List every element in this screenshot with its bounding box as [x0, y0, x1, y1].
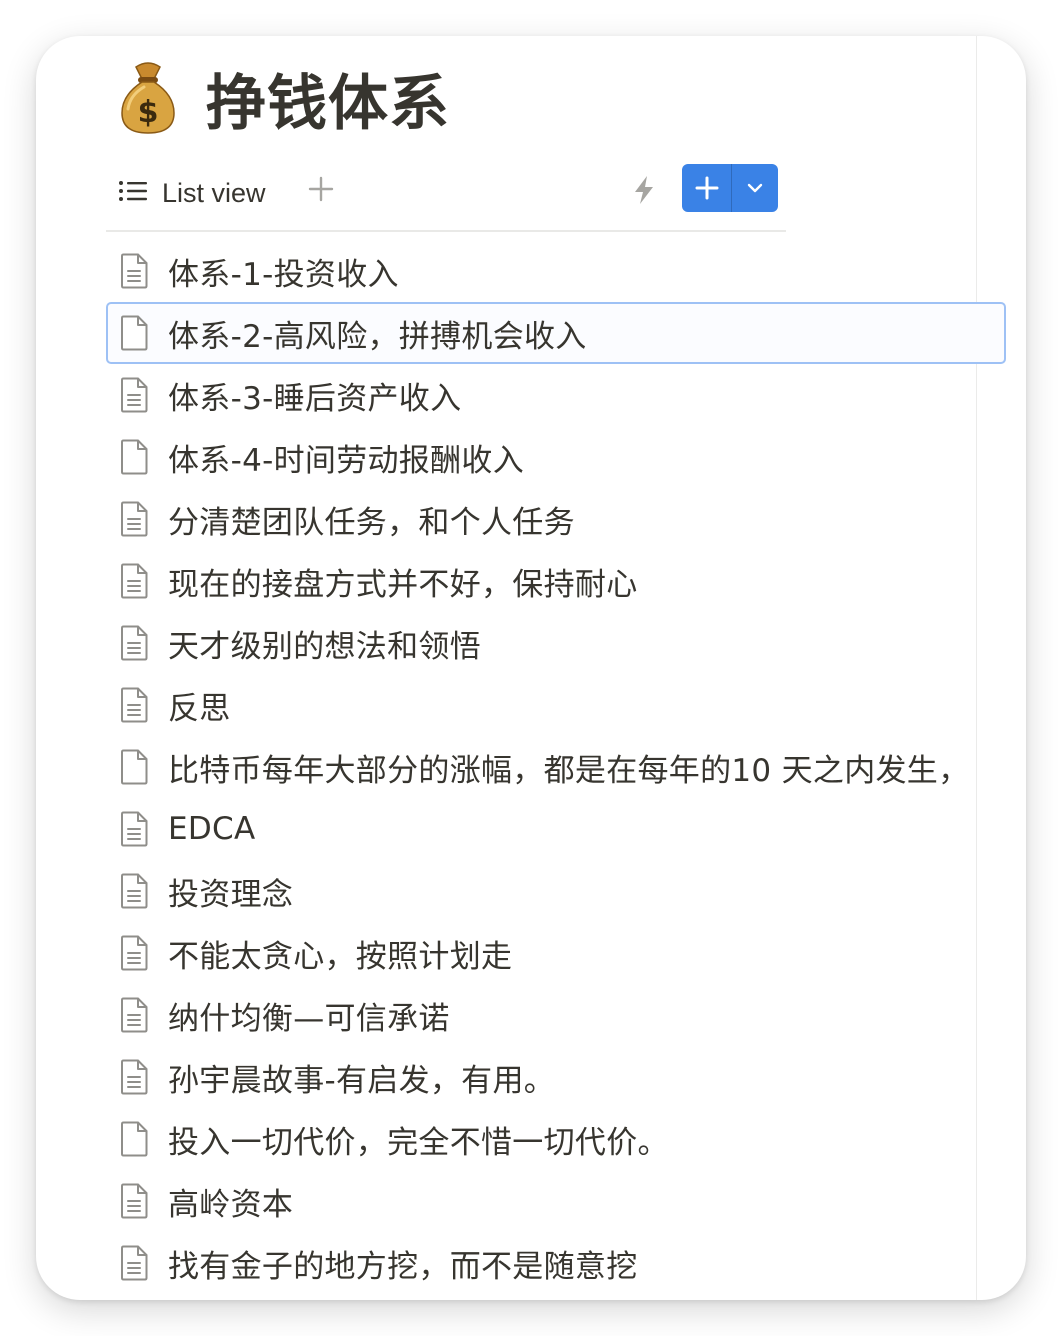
- list-item-label: 不能太贪心，按照计划走: [168, 938, 513, 975]
- list-item-label: 体系-4-时间劳动报酬收入: [168, 442, 524, 479]
- list-item-label: 体系-1-投资收入: [168, 256, 399, 293]
- page-lines-icon: [118, 997, 150, 1033]
- page-icon: [118, 439, 150, 475]
- automation-button[interactable]: [630, 174, 658, 206]
- list-item[interactable]: 投入一切代价，完全不惜一切代价。: [106, 1108, 1006, 1170]
- add-view-button[interactable]: [306, 174, 336, 204]
- page-icon: [118, 749, 150, 785]
- list-item[interactable]: 体系-1-投资收入: [106, 240, 1006, 302]
- list-item-label: 体系-2-高风险，拼搏机会收入: [168, 318, 587, 355]
- page-lines-icon: [118, 253, 150, 289]
- notion-page-card: $ 挣钱体系 List view 体系-1-投资收入 体系-2-高风险，拼搏机会…: [36, 36, 1026, 1300]
- list-item-label: 纳什均衡—可信承诺: [168, 1000, 450, 1037]
- view-label: List view: [162, 177, 266, 208]
- list-item[interactable]: 体系-4-时间劳动报酬收入: [106, 426, 1006, 488]
- list-item-label: 投入一切代价，完全不惜一切代价。: [168, 1124, 669, 1161]
- list-item-label: 分清楚团队任务，和个人任务: [168, 504, 575, 541]
- plus-icon: [695, 176, 718, 200]
- plus-icon: [308, 176, 334, 202]
- list-item-label: 孙宇晨故事-有启发，有用。: [168, 1062, 556, 1099]
- list-item[interactable]: 比特币每年大部分的涨幅，都是在每年的10 天之内发生，: [106, 736, 1006, 798]
- list-item[interactable]: 找有金子的地方挖，而不是随意挖: [106, 1232, 1006, 1294]
- list-item[interactable]: 体系-3-睡后资产收入: [106, 364, 1006, 426]
- list-item-label: 投资理念: [168, 876, 294, 913]
- page-lines-icon: [118, 501, 150, 537]
- list-item-label: 高岭资本: [168, 1186, 294, 1223]
- list-item[interactable]: 天才级别的想法和领悟: [106, 612, 1006, 674]
- new-page-button[interactable]: [682, 164, 731, 212]
- page-lines-icon: [118, 563, 150, 599]
- page-lines-icon: [118, 1245, 150, 1281]
- page-header: $ 挣钱体系: [118, 56, 450, 140]
- list-icon: [118, 179, 148, 207]
- list-item[interactable]: 孙宇晨故事-有启发，有用。: [106, 1046, 1006, 1108]
- page-lines-icon: [118, 1059, 150, 1095]
- list-item-label: 反思: [168, 690, 231, 727]
- list-item[interactable]: 高岭资本: [106, 1170, 1006, 1232]
- page-icon: [118, 315, 150, 351]
- page-lines-icon: [118, 873, 150, 909]
- list-item-label: 比特币每年大部分的涨幅，都是在每年的10 天之内发生，: [168, 752, 970, 789]
- list-item-label: 现在的接盘方式并不好，保持耐心: [168, 566, 638, 603]
- list-item[interactable]: 现在的接盘方式并不好，保持耐心: [106, 550, 1006, 612]
- list-item[interactable]: 体系-2-高风险，拼搏机会收入: [106, 302, 1006, 364]
- new-page-dropdown-button[interactable]: [732, 164, 778, 212]
- page-lines-icon: [118, 935, 150, 971]
- page-lines-icon: [118, 625, 150, 661]
- page-lines-icon: [118, 377, 150, 413]
- page-icon: [118, 1121, 150, 1157]
- list-item[interactable]: EDCA: [106, 798, 1006, 860]
- list-item-label: 找有金子的地方挖，而不是随意挖: [168, 1248, 638, 1285]
- page-title[interactable]: 挣钱体系: [206, 55, 450, 142]
- page-lines-icon: [118, 1183, 150, 1219]
- list-item[interactable]: 反思: [106, 674, 1006, 736]
- page-list: 体系-1-投资收入 体系-2-高风险，拼搏机会收入 体系-3-睡后资产收入 体系…: [106, 240, 1006, 1294]
- money-bag-icon[interactable]: $: [118, 61, 178, 135]
- list-item-label: 天才级别的想法和领悟: [168, 628, 481, 665]
- lightning-bolt-icon: [635, 176, 653, 204]
- database-toolbar: List view: [106, 160, 786, 232]
- list-item[interactable]: 分清楚团队任务，和个人任务: [106, 488, 1006, 550]
- list-item[interactable]: 不能太贪心，按照计划走: [106, 922, 1006, 984]
- list-item-label: 体系-3-睡后资产收入: [168, 380, 462, 417]
- list-item-label: EDCA: [168, 811, 256, 847]
- list-item[interactable]: 投资理念: [106, 860, 1006, 922]
- svg-text:$: $: [138, 95, 159, 130]
- list-item[interactable]: 纳什均衡—可信承诺: [106, 984, 1006, 1046]
- chevron-down-icon: [747, 183, 763, 193]
- tab-list-view[interactable]: List view: [118, 176, 266, 210]
- page-lines-icon: [118, 687, 150, 723]
- page-lines-icon: [118, 811, 150, 847]
- new-page-button-group: [682, 164, 778, 212]
